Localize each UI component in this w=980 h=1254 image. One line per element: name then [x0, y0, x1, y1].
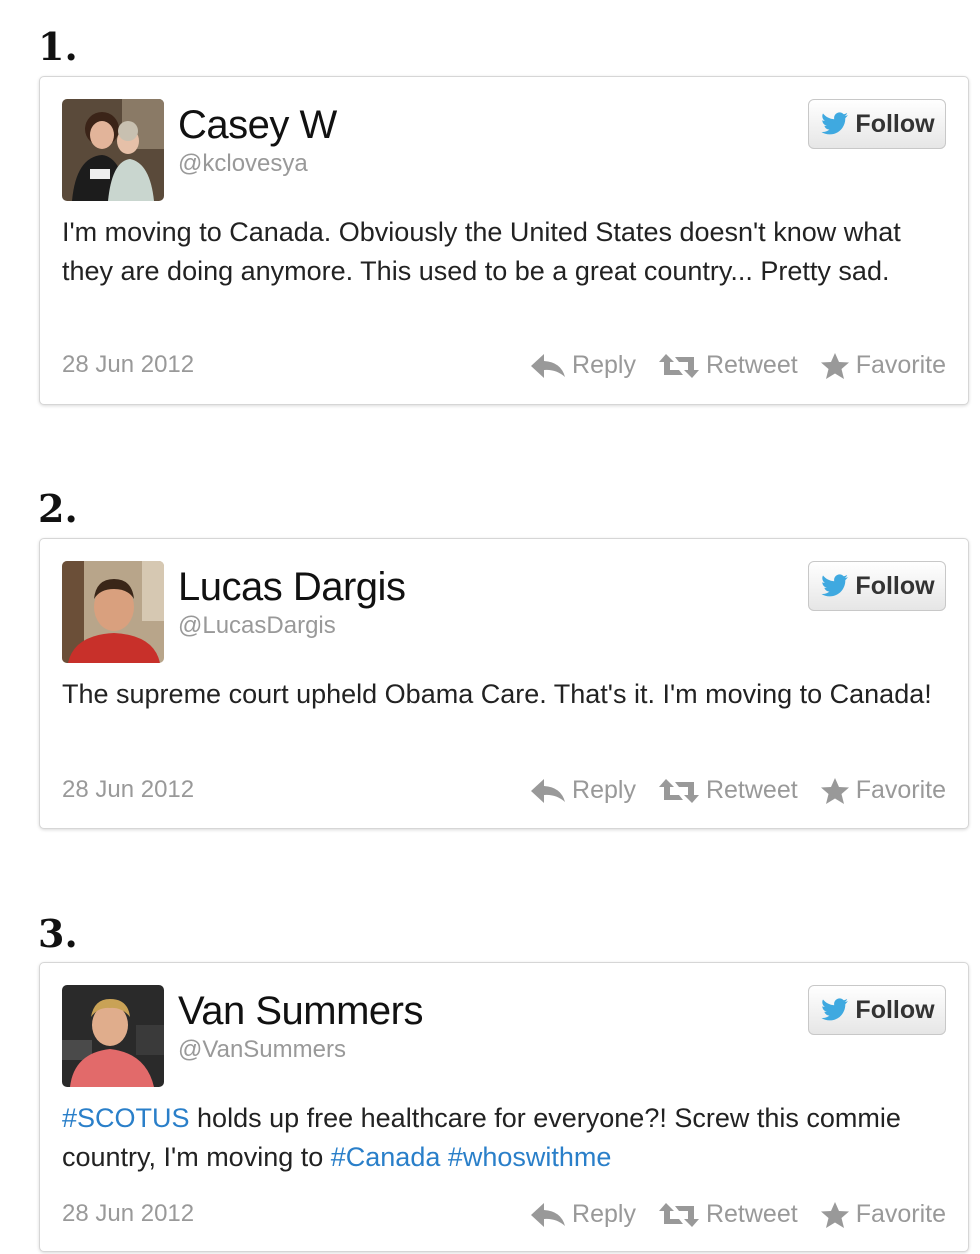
- follow-button[interactable]: Follow: [808, 985, 946, 1035]
- favorite-button[interactable]: Favorite: [820, 776, 946, 805]
- display-name[interactable]: Lucas Dargis: [178, 564, 406, 610]
- follow-button[interactable]: Follow: [808, 561, 946, 611]
- favorite-label: Favorite: [855, 776, 946, 804]
- retweet-button[interactable]: Retweet: [658, 776, 798, 805]
- twitter-bird-icon: [821, 574, 849, 597]
- reply-arrow-icon: [531, 778, 566, 803]
- user-handle[interactable]: @kclovesya: [178, 150, 308, 178]
- reply-button[interactable]: Reply: [530, 1200, 636, 1229]
- tweet-date[interactable]: 28 Jun 2012: [62, 351, 194, 379]
- tweet-date[interactable]: 28 Jun 2012: [62, 1200, 194, 1228]
- tweet-number: 1.: [38, 24, 78, 69]
- twitter-bird-icon: [821, 998, 849, 1021]
- star-icon: [820, 352, 849, 379]
- tweet-card: Casey W @kclovesya Follow I'm moving to …: [39, 76, 969, 405]
- hashtag-link[interactable]: #Canada: [331, 1142, 441, 1172]
- tweet-actions: Reply Retweet Favorite: [530, 351, 946, 380]
- follow-label: Follow: [855, 109, 935, 138]
- follow-button[interactable]: Follow: [808, 99, 946, 149]
- retweet-icon: [658, 1202, 699, 1227]
- display-name[interactable]: Van Summers: [178, 988, 423, 1034]
- tweet-text: The supreme court upheld Obama Care. Tha…: [62, 675, 946, 714]
- retweet-label: Retweet: [705, 776, 798, 804]
- avatar[interactable]: [62, 561, 164, 663]
- retweet-label: Retweet: [705, 1200, 798, 1228]
- follow-label: Follow: [855, 571, 935, 600]
- reply-arrow-icon: [531, 1202, 566, 1227]
- tweet-text-segment: I'm moving to Canada. Obviously the Unit…: [62, 217, 901, 286]
- reply-button[interactable]: Reply: [530, 776, 636, 805]
- reply-label: Reply: [572, 776, 636, 804]
- tweet-text: #SCOTUS holds up free healthcare for eve…: [62, 1099, 946, 1177]
- avatar[interactable]: [62, 985, 164, 1087]
- display-name[interactable]: Casey W: [178, 102, 337, 148]
- retweet-button[interactable]: Retweet: [658, 351, 798, 380]
- favorite-button[interactable]: Favorite: [820, 351, 946, 380]
- retweet-label: Retweet: [705, 351, 798, 379]
- star-icon: [820, 1201, 849, 1228]
- follow-label: Follow: [855, 995, 935, 1024]
- twitter-bird-icon: [821, 112, 849, 135]
- user-handle[interactable]: @LucasDargis: [178, 612, 336, 640]
- tweet-date[interactable]: 28 Jun 2012: [62, 776, 194, 804]
- retweet-button[interactable]: Retweet: [658, 1200, 798, 1229]
- favorite-label: Favorite: [855, 351, 946, 379]
- reply-label: Reply: [572, 351, 636, 379]
- tweet-number: 2.: [38, 486, 78, 531]
- tweet-text-segment: [440, 1142, 448, 1172]
- reply-label: Reply: [572, 1200, 636, 1228]
- tweet-text-segment: The supreme court upheld Obama Care. Tha…: [62, 679, 932, 709]
- star-icon: [820, 777, 849, 804]
- favorite-label: Favorite: [855, 1200, 946, 1228]
- tweet-card: Van Summers @VanSummers Follow #SCOTUS h…: [39, 962, 969, 1252]
- tweet-actions: Reply Retweet Favorite: [530, 776, 946, 805]
- hashtag-link[interactable]: #SCOTUS: [62, 1103, 190, 1133]
- tweet-text: I'm moving to Canada. Obviously the Unit…: [62, 213, 946, 291]
- retweet-icon: [658, 353, 699, 378]
- favorite-button[interactable]: Favorite: [820, 1200, 946, 1229]
- retweet-icon: [658, 778, 699, 803]
- reply-button[interactable]: Reply: [530, 351, 636, 380]
- reply-arrow-icon: [531, 353, 566, 378]
- avatar[interactable]: [62, 99, 164, 201]
- tweet-number: 3.: [38, 911, 78, 956]
- user-handle[interactable]: @VanSummers: [178, 1036, 346, 1064]
- tweet-card: Lucas Dargis @LucasDargis Follow The sup…: [39, 538, 969, 829]
- hashtag-link[interactable]: #whoswithme: [448, 1142, 612, 1172]
- tweet-actions: Reply Retweet Favorite: [530, 1200, 946, 1229]
